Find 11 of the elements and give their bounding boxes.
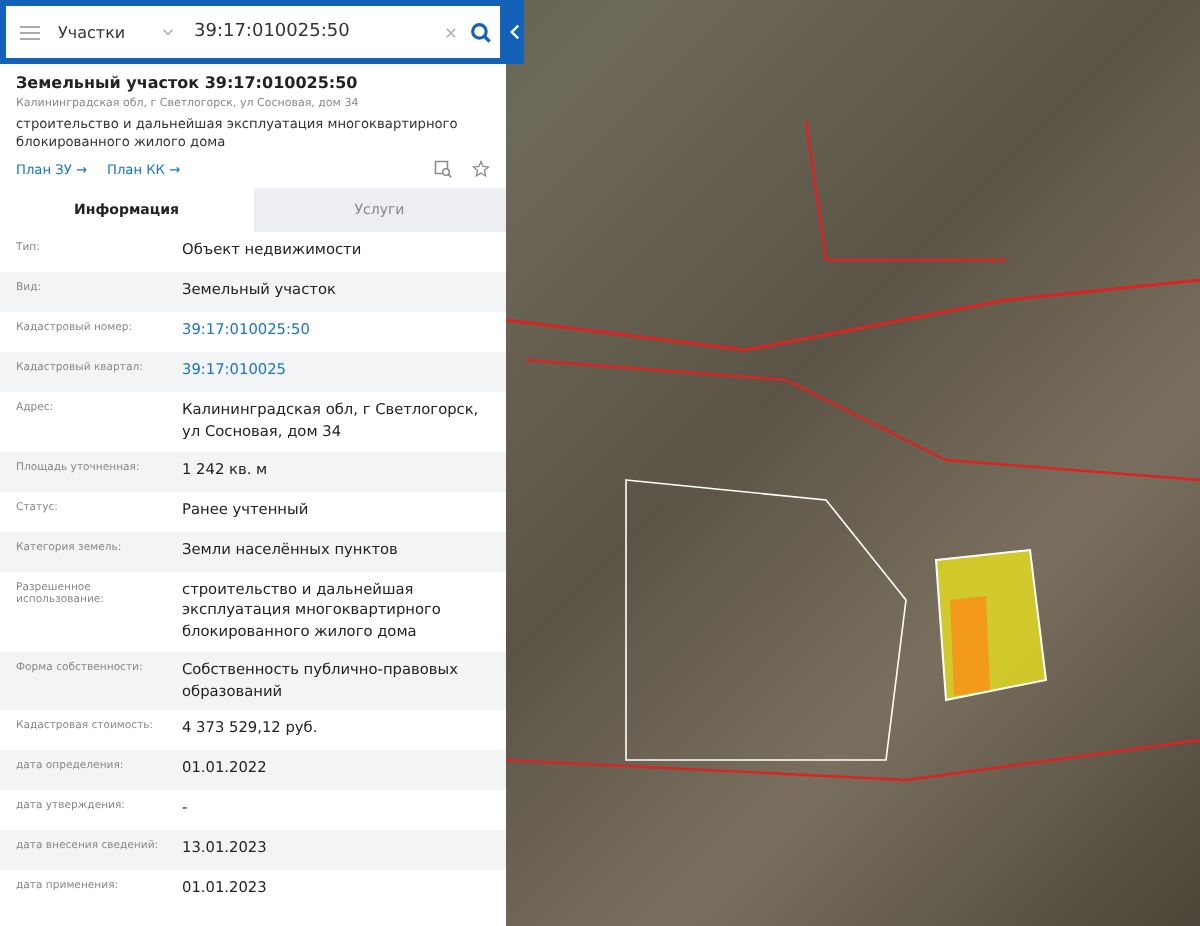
zoom-to-object-icon[interactable]: [434, 160, 452, 179]
search-icon[interactable]: [470, 21, 492, 43]
chevron-left-icon: [510, 24, 520, 40]
clear-icon[interactable]: [444, 25, 458, 39]
search-field[interactable]: Участки 39:17:010025:50: [6, 6, 500, 58]
collapse-panel-button[interactable]: [506, 0, 524, 64]
object-title: Земельный участок 39:17:010025:50: [16, 74, 360, 92]
caret-icon[interactable]: [162, 28, 174, 36]
menu-icon[interactable]: [14, 25, 46, 39]
star-icon[interactable]: [472, 160, 490, 179]
layer-select[interactable]: Участки: [58, 23, 150, 41]
